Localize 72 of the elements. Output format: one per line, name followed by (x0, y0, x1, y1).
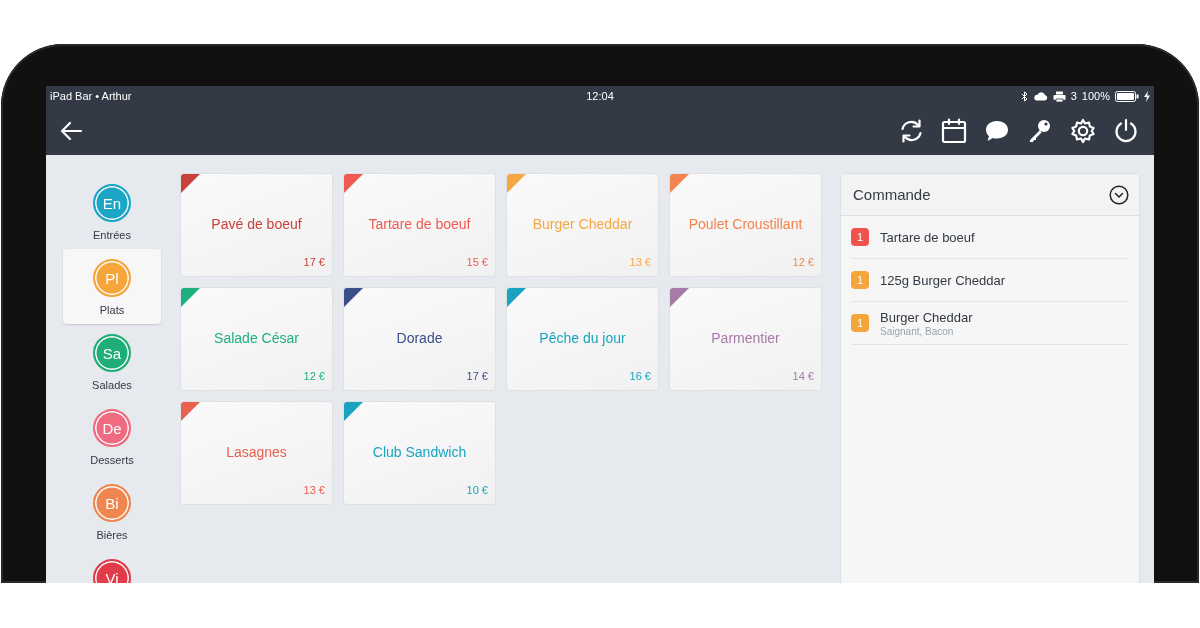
key-icon (1027, 117, 1053, 144)
order-item-name: Tartare de boeuf (880, 229, 975, 245)
product-name: Pêche du jour (539, 330, 626, 346)
category-item[interactable]: En Entrées (63, 174, 161, 249)
category-item[interactable]: Vi (63, 549, 161, 583)
order-item-name: 125g Burger Cheddar (880, 272, 1006, 288)
product-tile[interactable]: Poulet Croustillant 12 € (670, 174, 821, 276)
chevron-circle-icon (1109, 184, 1129, 205)
product-price: 13 € (629, 256, 651, 268)
product-tile[interactable]: Parmentier 14 € (670, 288, 821, 390)
device-name: iPad Bar • Arthur (50, 90, 132, 102)
order-item-name: Burger Cheddar (880, 309, 973, 325)
category-badge: Pl (93, 259, 131, 297)
category-item[interactable]: De Desserts (63, 399, 161, 474)
category-badge: Sa (93, 334, 131, 372)
product-tile[interactable]: Salade César 12 € (181, 288, 332, 390)
product-price: 14 € (792, 370, 814, 382)
product-tile[interactable]: Pavé de boeuf 17 € (181, 174, 332, 276)
product-price: 17 € (303, 256, 325, 268)
charging-bolt-icon (1144, 90, 1150, 102)
quantity-badge: 1 (851, 271, 869, 289)
settings-button[interactable] (1070, 117, 1096, 144)
product-price: 10 € (466, 484, 488, 496)
product-price: 17 € (466, 370, 488, 382)
product-tile[interactable]: Club Sandwich 10 € (344, 402, 495, 504)
category-badge: Vi (93, 559, 131, 583)
product-name: Dorade (396, 330, 443, 346)
back-arrow-icon (59, 120, 83, 141)
order-title: Commande (853, 186, 931, 203)
product-price: 13 € (303, 484, 325, 496)
sync-button[interactable] (898, 117, 924, 144)
power-icon (1113, 117, 1139, 144)
category-badge: De (93, 409, 131, 447)
printer-count: 3 (1070, 90, 1077, 102)
calendar-icon (941, 117, 967, 144)
back-button[interactable] (59, 120, 83, 141)
product-tile[interactable]: Pêche du jour 16 € (507, 288, 658, 390)
battery-icon (1115, 90, 1139, 102)
product-tile[interactable]: Dorade 17 € (344, 288, 495, 390)
quantity-badge: 1 (851, 314, 869, 332)
cloud-icon (1032, 91, 1048, 101)
order-item-note: Saignant, Bacon (880, 325, 955, 337)
product-name: Pavé de boeuf (211, 216, 302, 232)
calendar-button[interactable] (941, 117, 967, 144)
settings-icon (1070, 117, 1096, 144)
category-item[interactable]: Pl Plats (63, 249, 161, 324)
product-name: Poulet Croustillant (688, 216, 803, 232)
product-name: Club Sandwich (372, 444, 467, 460)
product-price: 12 € (303, 370, 325, 382)
sync-icon (898, 117, 924, 144)
category-item[interactable]: Sa Salades (63, 324, 161, 399)
product-name: Tartare de boeuf (368, 216, 471, 232)
product-price: 16 € (629, 370, 651, 382)
product-name: Lasagnes (226, 444, 287, 460)
product-tile[interactable]: Lasagnes 13 € (181, 402, 332, 504)
product-name: Parmentier (711, 330, 780, 346)
category-item[interactable]: Bi Bières (63, 474, 161, 549)
printer-icon (1052, 90, 1066, 102)
key-button[interactable] (1027, 117, 1053, 144)
battery-percent: 100% (1081, 90, 1110, 102)
category-badge: En (93, 184, 131, 222)
clock-time: 12:04 (586, 90, 614, 102)
bluetooth-icon (1020, 90, 1028, 102)
product-price: 12 € (792, 256, 814, 268)
product-name: Burger Cheddar (532, 216, 633, 232)
power-button[interactable] (1113, 117, 1139, 144)
category-badge: Bi (93, 484, 131, 522)
quantity-badge: 1 (851, 228, 869, 246)
product-tile[interactable]: Tartare de boeuf 15 € (344, 174, 495, 276)
product-name: Salade César (214, 330, 299, 346)
product-price: 15 € (466, 256, 488, 268)
collapse-button[interactable] (1109, 184, 1129, 205)
